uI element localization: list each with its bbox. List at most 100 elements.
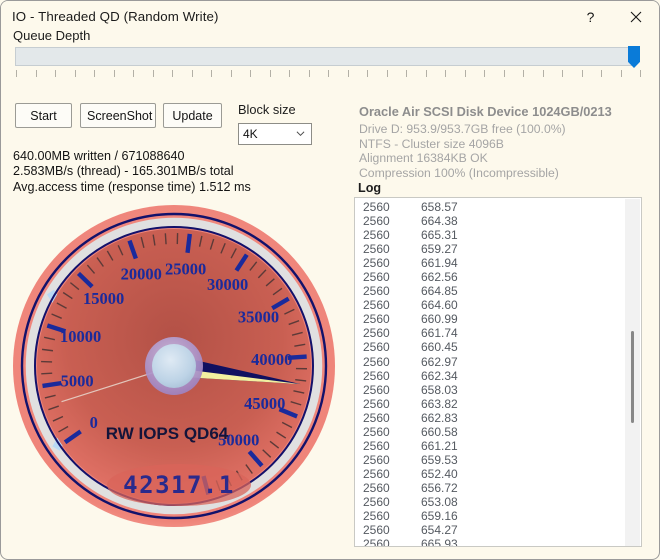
question-mark-icon: ? <box>586 8 595 25</box>
slider-tick <box>640 70 641 77</box>
gauge-tick-label: 40000 <box>251 350 292 369</box>
start-button[interactable]: Start <box>15 103 72 128</box>
gauge-tick-label: 0 <box>90 413 98 432</box>
log-cell-blocks: 2560 <box>363 284 390 299</box>
slider-tick <box>113 70 115 77</box>
slider-tick <box>308 70 310 77</box>
slider-tick <box>464 70 466 77</box>
log-cell-value: 663.82 <box>421 396 458 411</box>
queue-depth-label: Queue Depth <box>13 28 91 43</box>
log-cell-value: 665.31 <box>421 228 458 243</box>
log-cell-blocks: 2560 <box>363 228 390 243</box>
log-cell-value: 662.56 <box>421 270 458 285</box>
log-cell-value: 661.94 <box>421 256 458 271</box>
log-cell-value: 662.83 <box>421 410 458 425</box>
log-row[interactable]: 2560 653.08 <box>355 495 627 509</box>
log-cell-value: 656.72 <box>421 480 458 495</box>
log-row[interactable]: 2560 664.85 <box>355 284 627 298</box>
log-cell-value: 659.53 <box>421 452 458 467</box>
slider-tick <box>269 70 271 77</box>
queue-depth-slider[interactable] <box>15 46 647 83</box>
log-row[interactable]: 2560 656.72 <box>355 481 627 495</box>
log-row[interactable]: 2560 652.40 <box>355 467 627 481</box>
log-cell-blocks: 2560 <box>363 424 390 439</box>
stats-access-time: Avg.access time (response time) 1.512 ms <box>13 179 251 194</box>
update-button[interactable]: Update <box>163 103 222 128</box>
slider-tick <box>94 70 95 77</box>
log-cell-value: 665.93 <box>421 537 458 547</box>
title-bar: IO - Threaded QD (Random Write) ? <box>1 1 659 32</box>
log-row[interactable]: 2560 664.60 <box>355 298 627 312</box>
gauge-hub <box>152 344 196 388</box>
log-scrollbar[interactable] <box>625 199 640 546</box>
slider-tick <box>484 70 485 77</box>
stats-throughput: 2.583MB/s (thread) - 165.301MB/s total <box>13 164 234 179</box>
log-row[interactable]: 2560 659.53 <box>355 453 627 467</box>
gauge-tick-label: 30000 <box>207 275 248 294</box>
log-row[interactable]: 2560 660.45 <box>355 340 627 354</box>
log-cell-blocks: 2560 <box>363 354 390 369</box>
gauge-tick-label: 5000 <box>61 372 94 391</box>
slider-tick <box>425 70 427 77</box>
log-row[interactable]: 2560 654.27 <box>355 523 627 537</box>
log-row[interactable]: 2560 662.34 <box>355 369 627 383</box>
log-row[interactable]: 2560 660.99 <box>355 312 627 326</box>
log-cell-value: 652.40 <box>421 466 458 481</box>
chevron-down-icon <box>296 131 305 136</box>
log-cell-value: 659.16 <box>421 509 458 524</box>
log-row[interactable]: 2560 663.82 <box>355 397 627 411</box>
log-row[interactable]: 2560 664.38 <box>355 214 627 228</box>
device-alignment: Alignment 16384KB OK <box>359 151 488 166</box>
log-scrollbar-thumb[interactable] <box>631 331 634 423</box>
block-size-select[interactable]: 4K <box>238 123 312 145</box>
slider-tick <box>16 70 17 77</box>
log-row[interactable]: 2560 659.27 <box>355 242 627 256</box>
log-cell-value: 662.34 <box>421 368 458 383</box>
log-cell-blocks: 2560 <box>363 298 390 313</box>
close-button[interactable] <box>613 1 659 32</box>
slider-tick <box>74 70 76 77</box>
device-details: Drive D: 953.9/953.7GB free (100.0%) NTF… <box>359 122 566 180</box>
log-cell-value: 658.57 <box>421 200 458 214</box>
log-cell-value: 660.58 <box>421 424 458 439</box>
log-row[interactable]: 2560 661.94 <box>355 256 627 270</box>
io-threaded-qd-window: IO - Threaded QD (Random Write) ? Queue … <box>0 0 660 560</box>
log-cell-blocks: 2560 <box>363 480 390 495</box>
log-row[interactable]: 2560 662.56 <box>355 270 627 284</box>
gauge-tick-label: 45000 <box>244 394 285 413</box>
slider-tick <box>133 70 134 77</box>
log-cell-blocks: 2560 <box>363 452 390 467</box>
log-row[interactable]: 2560 665.93 <box>355 537 627 547</box>
stats-written: 640.00MB written / 671088640 <box>13 149 185 163</box>
slider-tick <box>211 70 212 77</box>
slider-tick <box>328 70 329 77</box>
log-cell-blocks: 2560 <box>363 537 390 547</box>
log-cell-value: 664.38 <box>421 214 458 229</box>
log-label: Log <box>358 181 382 195</box>
close-icon <box>630 11 642 22</box>
slider-tick <box>347 70 349 77</box>
log-list[interactable]: 2560 658.57 2560 664.38 2560 665.31 2560 659.27… <box>354 197 642 547</box>
slider-tick <box>172 70 173 77</box>
log-row[interactable]: 2560 662.83 <box>355 411 627 425</box>
log-cell-value: 659.27 <box>421 242 458 257</box>
screenshot-button[interactable]: ScreenShot <box>80 103 156 128</box>
slider-track[interactable] <box>15 47 632 66</box>
block-size-value: 4K <box>243 127 258 141</box>
slider-tick <box>55 70 56 77</box>
device-compression: Compression 100% (Incompressible) <box>359 165 559 180</box>
log-row[interactable]: 2560 658.03 <box>355 383 627 397</box>
help-button[interactable]: ? <box>568 1 613 32</box>
log-row[interactable]: 2560 661.74 <box>355 326 627 340</box>
log-row[interactable]: 2560 658.57 <box>355 200 627 214</box>
log-cell-blocks: 2560 <box>363 242 390 257</box>
log-cell-blocks: 2560 <box>363 396 390 411</box>
log-cell-blocks: 2560 <box>363 410 390 425</box>
log-row[interactable]: 2560 660.58 <box>355 425 627 439</box>
log-cell-blocks: 2560 <box>363 368 390 383</box>
log-row[interactable]: 2560 662.97 <box>355 355 627 369</box>
log-row[interactable]: 2560 661.21 <box>355 439 627 453</box>
log-row[interactable]: 2560 659.16 <box>355 509 627 523</box>
slider-tick <box>406 70 407 77</box>
log-row[interactable]: 2560 665.31 <box>355 228 627 242</box>
